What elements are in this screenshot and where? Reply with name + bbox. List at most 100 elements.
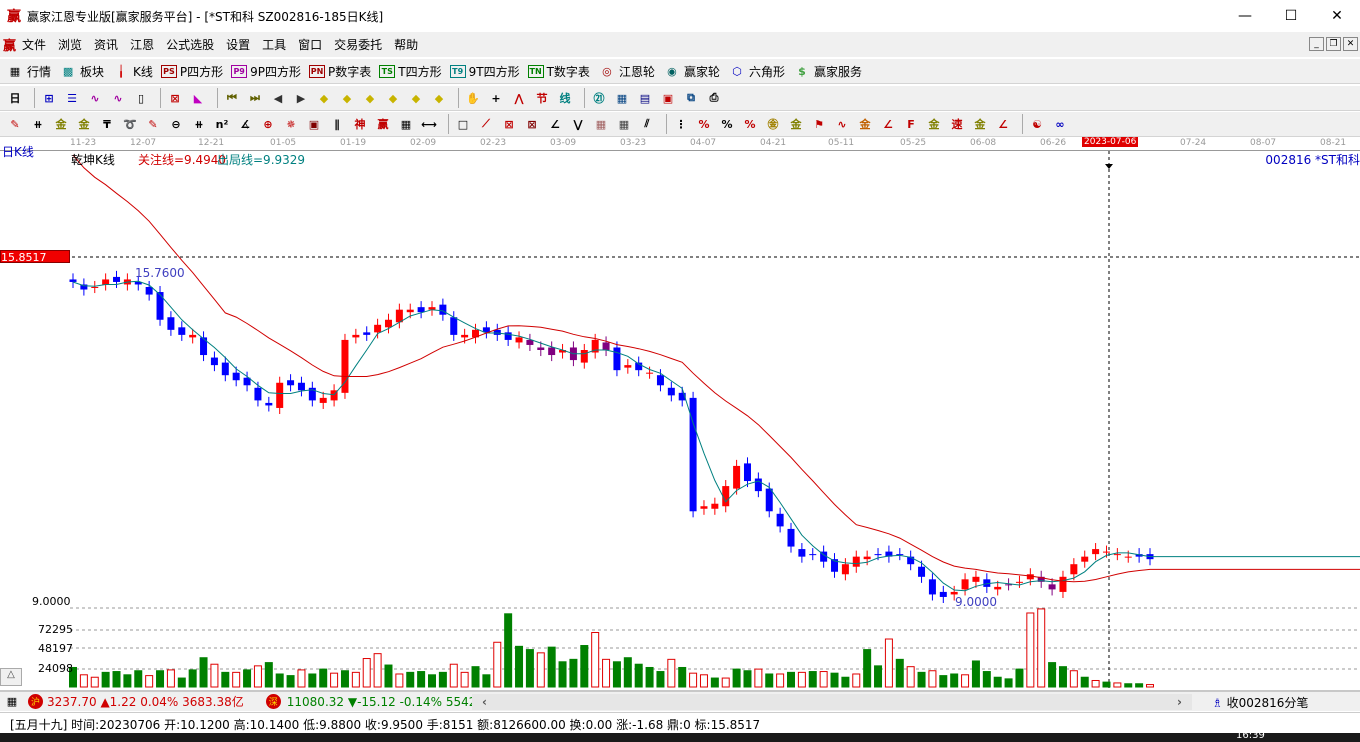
god-icon[interactable]: 神 (351, 115, 369, 133)
f-icon[interactable]: F (902, 115, 920, 133)
close-button[interactable]: ✕ (1314, 0, 1360, 32)
gold3-icon[interactable]: ㊎ (764, 115, 782, 133)
flag-icon[interactable]: ◣ (189, 89, 207, 107)
circle-icon[interactable]: ⊖ (167, 115, 185, 133)
scroll-left-button[interactable]: ‹ (482, 695, 487, 709)
line-tool-icon[interactable]: ⋀ (510, 89, 528, 107)
angle3-icon[interactable]: ∠ (879, 115, 897, 133)
angle-icon[interactable]: ∡ (236, 115, 254, 133)
angle2-icon[interactable]: ∠ (546, 115, 564, 133)
pen-icon[interactable]: ✎ (6, 115, 24, 133)
right-icon[interactable]: ◆ (338, 89, 356, 107)
wave3-icon[interactable]: ∿ (86, 89, 104, 107)
expand-button[interactable]: △ (0, 668, 22, 686)
marker-icon[interactable]: ⚑ (810, 115, 828, 133)
toolbar-button[interactable]: PS P四方形 (160, 63, 223, 80)
grid2-icon[interactable]: ▦ (615, 115, 633, 133)
horizontal-scrollbar[interactable]: ‹ › (472, 694, 1192, 710)
fan2-icon[interactable]: ⊠ (500, 115, 518, 133)
expand-icon[interactable]: ◆ (407, 89, 425, 107)
pen2-icon[interactable]: ✎ (144, 115, 162, 133)
infinity-icon[interactable]: ∞ (1051, 115, 1069, 133)
shrink-icon[interactable]: ◆ (384, 89, 402, 107)
table-icon[interactable]: ▦ (397, 115, 415, 133)
mdi-minimize-button[interactable]: _ (1309, 37, 1324, 51)
star-icon[interactable]: ✵ (282, 115, 300, 133)
save-icon[interactable]: ▣ (659, 89, 677, 107)
zoom-v-icon[interactable]: ◆ (430, 89, 448, 107)
calendar-icon[interactable]: ㉑ (590, 89, 608, 107)
menu-item[interactable]: 设置 (226, 36, 250, 53)
ruler-icon[interactable]: ⋮ (672, 115, 690, 133)
toolbar-button[interactable]: T9 9T四方形 (449, 63, 520, 80)
gold7-icon[interactable]: 金 (971, 115, 989, 133)
menu-item[interactable]: 工具 (262, 36, 286, 53)
window-icon[interactable]: ⊞ (40, 89, 58, 107)
fan3-icon[interactable]: ⊠ (523, 115, 541, 133)
yinyang-icon[interactable]: ☯ (1028, 115, 1046, 133)
network-icon[interactable]: ⧉ (682, 89, 700, 107)
print-icon[interactable]: ⎙ (705, 89, 723, 107)
next-icon[interactable]: ▶ (292, 89, 310, 107)
wave9-icon[interactable]: ∿ (109, 89, 127, 107)
left-icon[interactable]: ◆ (315, 89, 333, 107)
toolbar-button[interactable]: ▦ 行情 (6, 62, 51, 80)
toolbar-button[interactable]: TN T数字表 (527, 63, 590, 80)
speed-icon[interactable]: 速 (948, 115, 966, 133)
zoom-h-icon[interactable]: ◆ (361, 89, 379, 107)
target-icon[interactable]: ⊕ (259, 115, 277, 133)
spiral-icon[interactable]: ➰ (121, 115, 139, 133)
n2-icon[interactable]: n² (213, 115, 231, 133)
t-icon[interactable]: ₸ (98, 115, 116, 133)
gold4-icon[interactable]: 金 (787, 115, 805, 133)
crosshair-icon[interactable]: + (487, 89, 505, 107)
gold1-icon[interactable]: 金 (52, 115, 70, 133)
square-icon[interactable]: ▣ (305, 115, 323, 133)
tick-data-label[interactable]: 收002816分笔 (1227, 696, 1309, 710)
pct3-icon[interactable]: % (741, 115, 759, 133)
gold6-icon[interactable]: 金 (925, 115, 943, 133)
parallel-icon[interactable]: ⫽ (638, 115, 656, 133)
menu-item[interactable]: 帮助 (394, 36, 418, 53)
gann-icon[interactable]: ⊠ (166, 89, 184, 107)
span-icon[interactable]: ⟷ (420, 115, 438, 133)
menu-item[interactable]: 公式选股 (166, 36, 214, 53)
grid-icon[interactable]: ▦ (592, 115, 610, 133)
toolbar-button[interactable]: ╽ K线 (112, 62, 153, 80)
wave-icon[interactable]: ∿ (833, 115, 851, 133)
quote-table-icon[interactable]: ▦ (3, 693, 21, 711)
edit-icon[interactable]: ∠ (994, 115, 1012, 133)
grid1-icon[interactable]: ⧺ (29, 115, 47, 133)
menu-logo-icon[interactable]: 赢 (3, 35, 16, 54)
minimize-button[interactable]: — (1222, 0, 1268, 32)
prev-icon[interactable]: ◀ (269, 89, 287, 107)
kline-chart[interactable] (0, 151, 1360, 689)
first-icon[interactable]: ⏮ (223, 89, 241, 107)
toolbar-button[interactable]: PN P数字表 (309, 63, 371, 80)
shanghai-index[interactable]: 3237.70 ▲1.22 0.04% 3683.38亿 (47, 693, 244, 710)
toolbar-button[interactable]: TS T四方形 (379, 63, 442, 80)
toolbar-button[interactable]: ▩ 板块 (59, 62, 104, 80)
mdi-close-button[interactable]: ✕ (1343, 37, 1358, 51)
last-icon[interactable]: ⏭ (246, 89, 264, 107)
toolbar-button[interactable]: ⬡ 六角形 (728, 62, 785, 80)
bars-icon[interactable]: ⧺ (190, 115, 208, 133)
lines-icon[interactable]: ∥ (328, 115, 346, 133)
period-day[interactable]: 日 (6, 89, 24, 107)
toolbar-button[interactable]: ◎ 江恩轮 (598, 62, 655, 80)
calculator-icon[interactable]: ▦ (613, 89, 631, 107)
node-icon[interactable]: 节 (533, 89, 551, 107)
line-icon[interactable]: 线 (556, 89, 574, 107)
menu-item[interactable]: 窗口 (298, 36, 322, 53)
note-icon[interactable]: ▤ (636, 89, 654, 107)
menu-item[interactable]: 资讯 (94, 36, 118, 53)
toolbar-button[interactable]: $ 赢家服务 (793, 62, 862, 80)
fan-icon[interactable]: ⟋ (477, 115, 495, 133)
gold5-icon[interactable]: 金 (856, 115, 874, 133)
pct2-icon[interactable]: % (718, 115, 736, 133)
mdi-restore-button[interactable]: ❐ (1326, 37, 1341, 51)
win-icon[interactable]: 赢 (374, 115, 392, 133)
pct1-icon[interactable]: % (695, 115, 713, 133)
menu-item[interactable]: 文件 (22, 36, 46, 53)
scroll-right-button[interactable]: › (1177, 695, 1182, 709)
